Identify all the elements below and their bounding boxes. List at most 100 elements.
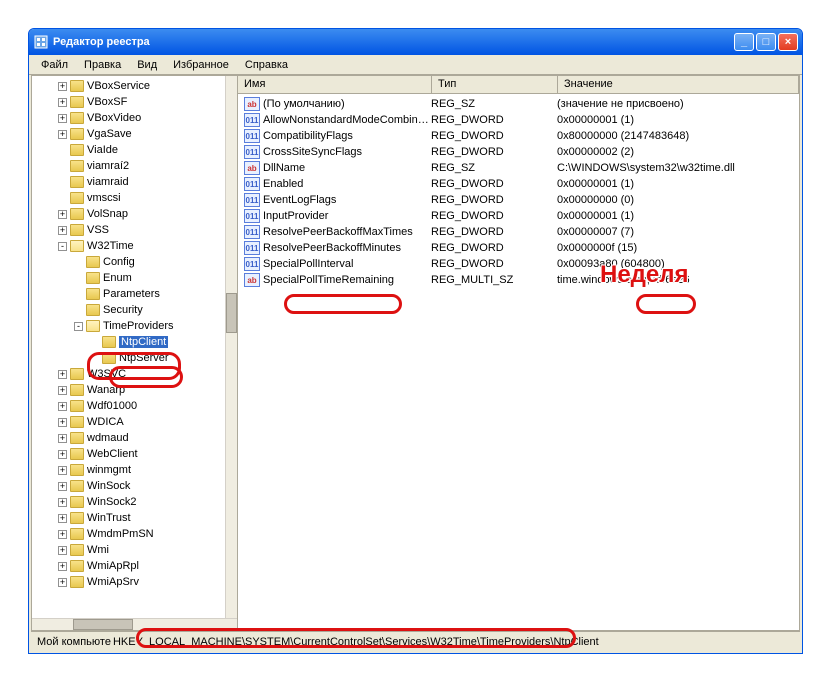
tree-item[interactable]: -W32Time xyxy=(34,238,223,254)
tree-scrollbar-h[interactable] xyxy=(32,618,237,630)
tree-label[interactable]: VBoxVideo xyxy=(87,112,141,124)
tree-label[interactable]: WinSock2 xyxy=(87,496,137,508)
tree-item[interactable]: + WmdmPmSN xyxy=(34,526,223,542)
scrollbar-thumb[interactable] xyxy=(226,293,237,333)
tree-label[interactable]: TimeProviders xyxy=(103,320,174,332)
tree-item[interactable]: + WDICA xyxy=(34,414,223,430)
expand-icon[interactable]: + xyxy=(58,434,67,443)
tree-label[interactable]: Security xyxy=(103,304,143,316)
list-row[interactable]: 011ResolvePeerBackoffMinutesREG_DWORD0x0… xyxy=(238,240,799,256)
list-body[interactable]: ab(По умолчанию)REG_SZ(значение не присв… xyxy=(238,94,799,630)
collapse-icon[interactable]: - xyxy=(74,322,83,331)
tree-item[interactable]: Config xyxy=(34,254,223,270)
tree-label[interactable]: WmdmPmSN xyxy=(87,528,154,540)
expand-icon[interactable]: + xyxy=(58,530,67,539)
tree-item[interactable]: viamraí2 xyxy=(34,158,223,174)
expand-icon[interactable]: + xyxy=(58,130,67,139)
tree-label[interactable]: WmiApRpl xyxy=(87,560,139,572)
tree-label[interactable]: Parameters xyxy=(103,288,160,300)
list-row[interactable]: 011ResolvePeerBackoffMaxTimesREG_DWORD0x… xyxy=(238,224,799,240)
expand-icon[interactable]: + xyxy=(58,466,67,475)
tree-label[interactable]: VSS xyxy=(87,224,109,236)
tree-body[interactable]: +VBoxService+VBoxSF+VBoxVideo+VgaSaveVia… xyxy=(32,76,225,618)
tree-item[interactable]: + VSS xyxy=(34,222,223,238)
menu-edit[interactable]: Правка xyxy=(76,57,129,73)
list-row[interactable]: abDllNameREG_SZC:\WINDOWS\system32\w32ti… xyxy=(238,160,799,176)
tree-item[interactable]: Parameters xyxy=(34,286,223,302)
close-button[interactable]: × xyxy=(778,33,798,51)
tree-label[interactable]: Enum xyxy=(103,272,132,284)
tree-label[interactable]: Wmi xyxy=(87,544,109,556)
tree-item[interactable]: + WebClient xyxy=(34,446,223,462)
tree-item[interactable]: ViaIde xyxy=(34,142,223,158)
col-type[interactable]: Тип xyxy=(432,76,558,93)
list-row[interactable]: abSpecialPollTimeRemainingREG_MULTI_SZti… xyxy=(238,272,799,288)
expand-icon[interactable]: + xyxy=(58,386,67,395)
expand-icon[interactable]: + xyxy=(58,514,67,523)
tree-item[interactable]: + winmgmt xyxy=(34,462,223,478)
tree-label[interactable]: vmscsi xyxy=(87,192,121,204)
tree-item[interactable]: + VBoxVideo xyxy=(34,110,223,126)
expand-icon[interactable]: + xyxy=(58,82,67,91)
col-value[interactable]: Значение xyxy=(558,76,799,93)
tree-item[interactable]: NtpClient xyxy=(34,334,223,350)
tree-item[interactable]: + W3SVC xyxy=(34,366,223,382)
expand-icon[interactable]: + xyxy=(58,370,67,379)
expand-icon[interactable]: + xyxy=(58,418,67,427)
scrollbar-thumb[interactable] xyxy=(73,619,133,630)
list-row[interactable]: 011AllowNonstandardModeCombina...REG_DWO… xyxy=(238,112,799,128)
expand-icon[interactable]: + xyxy=(58,226,67,235)
tree-label[interactable]: ViaIde xyxy=(87,144,118,156)
tree-item[interactable]: NtpServer xyxy=(34,350,223,366)
maximize-button[interactable]: □ xyxy=(756,33,776,51)
expand-icon[interactable]: + xyxy=(58,210,67,219)
tree-item[interactable]: + WinTrust xyxy=(34,510,223,526)
tree-label[interactable]: VBoxService xyxy=(87,80,150,92)
list-row[interactable]: 011EventLogFlagsREG_DWORD0x00000000 (0) xyxy=(238,192,799,208)
tree-item[interactable]: + Wanarp xyxy=(34,382,223,398)
expand-icon[interactable]: + xyxy=(58,482,67,491)
tree-item[interactable]: + Wmi xyxy=(34,542,223,558)
expand-icon[interactable]: + xyxy=(58,498,67,507)
tree-item[interactable]: vmscsi xyxy=(34,190,223,206)
list-row[interactable]: ab(По умолчанию)REG_SZ(значение не присв… xyxy=(238,96,799,112)
tree-label[interactable]: Wdf01000 xyxy=(87,400,137,412)
expand-icon[interactable]: + xyxy=(58,114,67,123)
expand-icon[interactable]: + xyxy=(58,562,67,571)
tree-label[interactable]: Config xyxy=(103,256,135,268)
tree-item[interactable]: - TimeProviders xyxy=(34,318,223,334)
tree-label[interactable]: winmgmt xyxy=(87,464,131,476)
tree-item[interactable]: +VBoxSF xyxy=(34,94,223,110)
tree-label[interactable]: WinTrust xyxy=(87,512,131,524)
tree-label[interactable]: W3SVC xyxy=(87,368,126,380)
tree-label[interactable]: WebClient xyxy=(87,448,138,460)
tree-item[interactable]: viamraid xyxy=(34,174,223,190)
tree-label[interactable]: Wanarp xyxy=(87,384,125,396)
list-row[interactable]: 011SpecialPollIntervalREG_DWORD0x00093a8… xyxy=(238,256,799,272)
tree-label[interactable]: VgaSave xyxy=(87,128,132,140)
menu-help[interactable]: Справка xyxy=(237,57,296,73)
list-row[interactable]: 011CrossSiteSyncFlagsREG_DWORD0x00000002… xyxy=(238,144,799,160)
list-row[interactable]: 011InputProviderREG_DWORD0x00000001 (1) xyxy=(238,208,799,224)
menu-view[interactable]: Вид xyxy=(129,57,165,73)
tree-item[interactable]: + WinSock2 xyxy=(34,494,223,510)
expand-icon[interactable]: + xyxy=(58,578,67,587)
tree-label[interactable]: WDICA xyxy=(87,416,124,428)
list-row[interactable]: 011EnabledREG_DWORD0x00000001 (1) xyxy=(238,176,799,192)
expand-icon[interactable]: + xyxy=(58,98,67,107)
tree-label[interactable]: WinSock xyxy=(87,480,130,492)
tree-item[interactable]: + VgaSave xyxy=(34,126,223,142)
tree-label[interactable]: VolSnap xyxy=(87,208,128,220)
tree-item[interactable]: + WmiApRpl xyxy=(34,558,223,574)
col-name[interactable]: Имя xyxy=(238,76,432,93)
titlebar[interactable]: Редактор реестра _ □ × xyxy=(29,29,802,55)
tree-item[interactable]: +Wdf01000 xyxy=(34,398,223,414)
expand-icon[interactable]: + xyxy=(58,450,67,459)
expand-icon[interactable]: + xyxy=(58,546,67,555)
tree-label[interactable]: viamraid xyxy=(87,176,129,188)
tree-label[interactable]: NtpClient xyxy=(119,336,168,348)
tree-label[interactable]: WmiApSrv xyxy=(87,576,139,588)
tree-label[interactable]: viamraí2 xyxy=(87,160,129,172)
tree-item[interactable]: + VolSnap xyxy=(34,206,223,222)
tree-item[interactable]: + WinSock xyxy=(34,478,223,494)
